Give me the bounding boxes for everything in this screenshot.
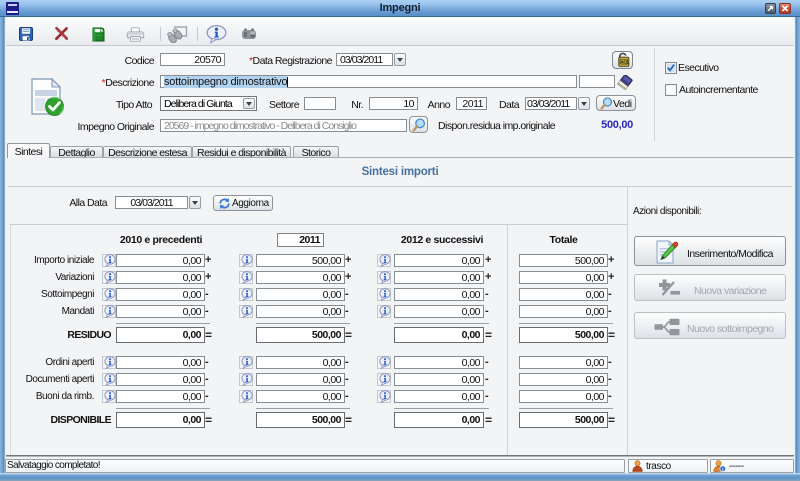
svg-text:ACL: ACL: [620, 60, 629, 65]
